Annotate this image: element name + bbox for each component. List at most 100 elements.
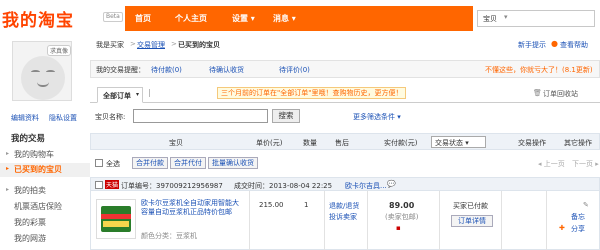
breadcrumb-buyer[interactable]: 我是买家 [96,40,124,50]
select-all-checkbox[interactable] [95,159,103,167]
logo[interactable]: 我的淘宝 [2,6,74,31]
breadcrumb-current: 已买到的宝贝 [178,41,220,49]
newbie-tips-link[interactable]: 新手提示 [518,40,546,50]
caret-right-icon: ▸ [6,186,10,193]
help-link[interactable]: 查看帮助 [560,40,588,50]
order-header: 天猫 订单编号：397009212956987 成交时间：2013-08-04 … [90,177,600,191]
product-title-link[interactable]: 欧卡尔豆浆机全自动家用智能大容量自动豆浆机正品特价包邮 [141,199,241,217]
bulk-confirm-button[interactable]: 批量确认收货 [208,157,258,169]
next-page-link[interactable]: 下一页 ▸ [572,159,599,169]
prev-page-link[interactable]: ◂ 上一页 [538,159,565,169]
header-price: 单价(元) [256,139,283,147]
avatar[interactable]: 求真像 [12,41,72,101]
header-item: 宝贝 [169,139,183,147]
reminder-unpaid[interactable]: 待付款(0) [151,65,182,75]
reminder-label: 我的交易提醒： [96,66,145,74]
column-divider [546,191,547,250]
breadcrumb-separator: > [130,40,136,48]
memo-link[interactable]: 备忘 [571,212,585,222]
trade-status: 买家已付款 [453,202,488,210]
complain-link[interactable]: 投诉卖家 [329,212,357,222]
sidebar-item-lottery[interactable]: 我的彩票 [14,217,46,228]
header-paid: 实付款(元) [384,139,418,147]
recycle-bin-link[interactable]: 订单回收站 [543,89,578,99]
main-nav: 首页 个人主页 设置 ▾ 消息 ▾ [125,6,473,31]
nav-settings[interactable]: 设置 ▾ [232,13,255,24]
merge-proxy-pay-button[interactable]: 合并代付 [170,157,206,169]
product-color: 颜色分类：豆浆机 [141,232,197,240]
paid-note: (卖家包邮) [385,213,419,221]
column-divider [249,191,250,250]
sidebar-item-travel[interactable]: 机票酒店保险 [14,201,62,212]
avatar-face-icon [21,56,65,100]
shop-link[interactable]: 欧卡尔吉具... [345,181,387,191]
trash-icon: 🗑 [533,89,542,97]
breadcrumb: 我是买家 > 交易管理 > 已买到的宝贝 新手提示 ● 查看帮助 [90,38,600,52]
thumb-band [101,214,131,219]
edit-profile-link[interactable]: 编辑资料 [11,113,39,123]
item-name-input[interactable] [133,109,268,123]
order-tabs: 全部订单 ▾ | 三个月前的订单在"全部订单"里哦！查购物历史，更方便！ 🗑 订… [90,85,600,103]
chevron-down-icon: ▾ [504,13,508,21]
sidebar: 求真像 编辑资料 隐私设置 我的交易 ▸ 我的购物车 ▸ 已买到的宝贝 ▸ 我的… [0,33,90,250]
sidebar-item-auction[interactable]: 我的拍卖 [14,185,46,196]
mouth-icon [37,82,49,87]
bulk-action-bar: 全选 合并付款 合并代付 批量确认收货 ◂ 上一页 下一页 ▸ [90,156,600,172]
status-filter-select[interactable]: 交易状态 ▾ [431,136,486,148]
header-qty: 数量 [303,139,317,147]
order-detail-button[interactable]: 订单详情 [451,215,493,227]
tab-all-orders-label: 全部订单 [103,92,131,100]
header-other-ops: 其它操作 [564,139,592,147]
order-checkbox[interactable] [95,181,103,189]
search-type-value: 宝贝 [483,15,497,23]
privacy-settings-link[interactable]: 隐私设置 [49,113,77,123]
select-all-label: 全选 [106,160,120,168]
sidebar-item-cart[interactable]: 我的购物车 [14,149,54,160]
chevron-down-icon: ▾ [136,91,140,98]
tab-all-orders[interactable]: 全部订单 ▾ [97,87,143,103]
soymilk-maker-image-icon [101,206,131,232]
item-name-label: 宝贝名称: [95,113,126,121]
nav-messages[interactable]: 消息 ▾ [273,13,296,24]
merge-pay-button[interactable]: 合并付款 [132,157,168,169]
avatar-bubble: 求真像 [47,45,71,56]
quantity: 1 [304,201,309,209]
header-trade-ops: 交易操作 [518,139,546,147]
phone-icon: ▪ [396,224,401,232]
paid-amount: 89.00 [389,201,415,210]
table-header: 宝贝 单价(元) 数量 售后 实付款(元) 交易状态 ▾ 交易操作 其它操作 [90,133,600,150]
column-divider [324,191,325,250]
sidebar-item-bought[interactable]: ▸ 已买到的宝贝 [0,163,90,177]
top-header: 我的淘宝 Beta 首页 个人主页 设置 ▾ 消息 ▾ 宝贝 ▾ [0,0,600,33]
order-row: 欧卡尔豆浆机全自动家用智能大容量自动豆浆机正品特价包邮 颜色分类：豆浆机 215… [90,191,600,250]
history-notice: 三个月前的订单在"全部订单"里哦！查购物历史，更方便！ [217,87,407,99]
reminder-unrated[interactable]: 待评价(0) [279,65,310,75]
my-trade-heading: 我的交易 [11,134,46,144]
beta-badge: Beta [103,12,123,22]
share-icon: ✚ [559,224,565,232]
sidebar-item-games[interactable]: 我的网游 [14,233,46,244]
nav-profile[interactable]: 个人主页 [175,13,207,24]
breadcrumb-trade[interactable]: 交易管理 [137,40,165,50]
chat-icon[interactable]: 💬 [387,180,396,188]
nav-home[interactable]: 首页 [135,13,151,24]
promo-link[interactable]: 不懂这些，你就亏大了！(8.1更新) [485,65,593,75]
header-aftersale: 售后 [335,139,349,147]
caret-right-icon: ▸ [6,150,10,157]
more-filters-link[interactable]: 更多筛选条件 ▾ [353,112,401,122]
caret-right-icon: ▸ [6,165,10,172]
note-icon: ✎ [583,201,589,209]
thumb-label [103,221,129,227]
search-type-select[interactable]: 宝贝 ▾ [477,10,595,27]
help-circle-icon: ● [551,39,558,48]
refund-link[interactable]: 退款/退货 [329,201,359,211]
share-link[interactable]: 分享 [571,224,585,234]
breadcrumb-separator: > [171,40,177,48]
search-button[interactable]: 搜索 [272,109,300,123]
product-thumbnail[interactable] [96,199,136,239]
column-divider [501,191,502,250]
reminder-unreceived[interactable]: 待确认收货 [209,65,244,75]
order-number: 订单编号：397009212956987 [121,182,223,190]
tmall-badge: 天猫 [105,180,120,189]
eye-icon [46,70,55,74]
